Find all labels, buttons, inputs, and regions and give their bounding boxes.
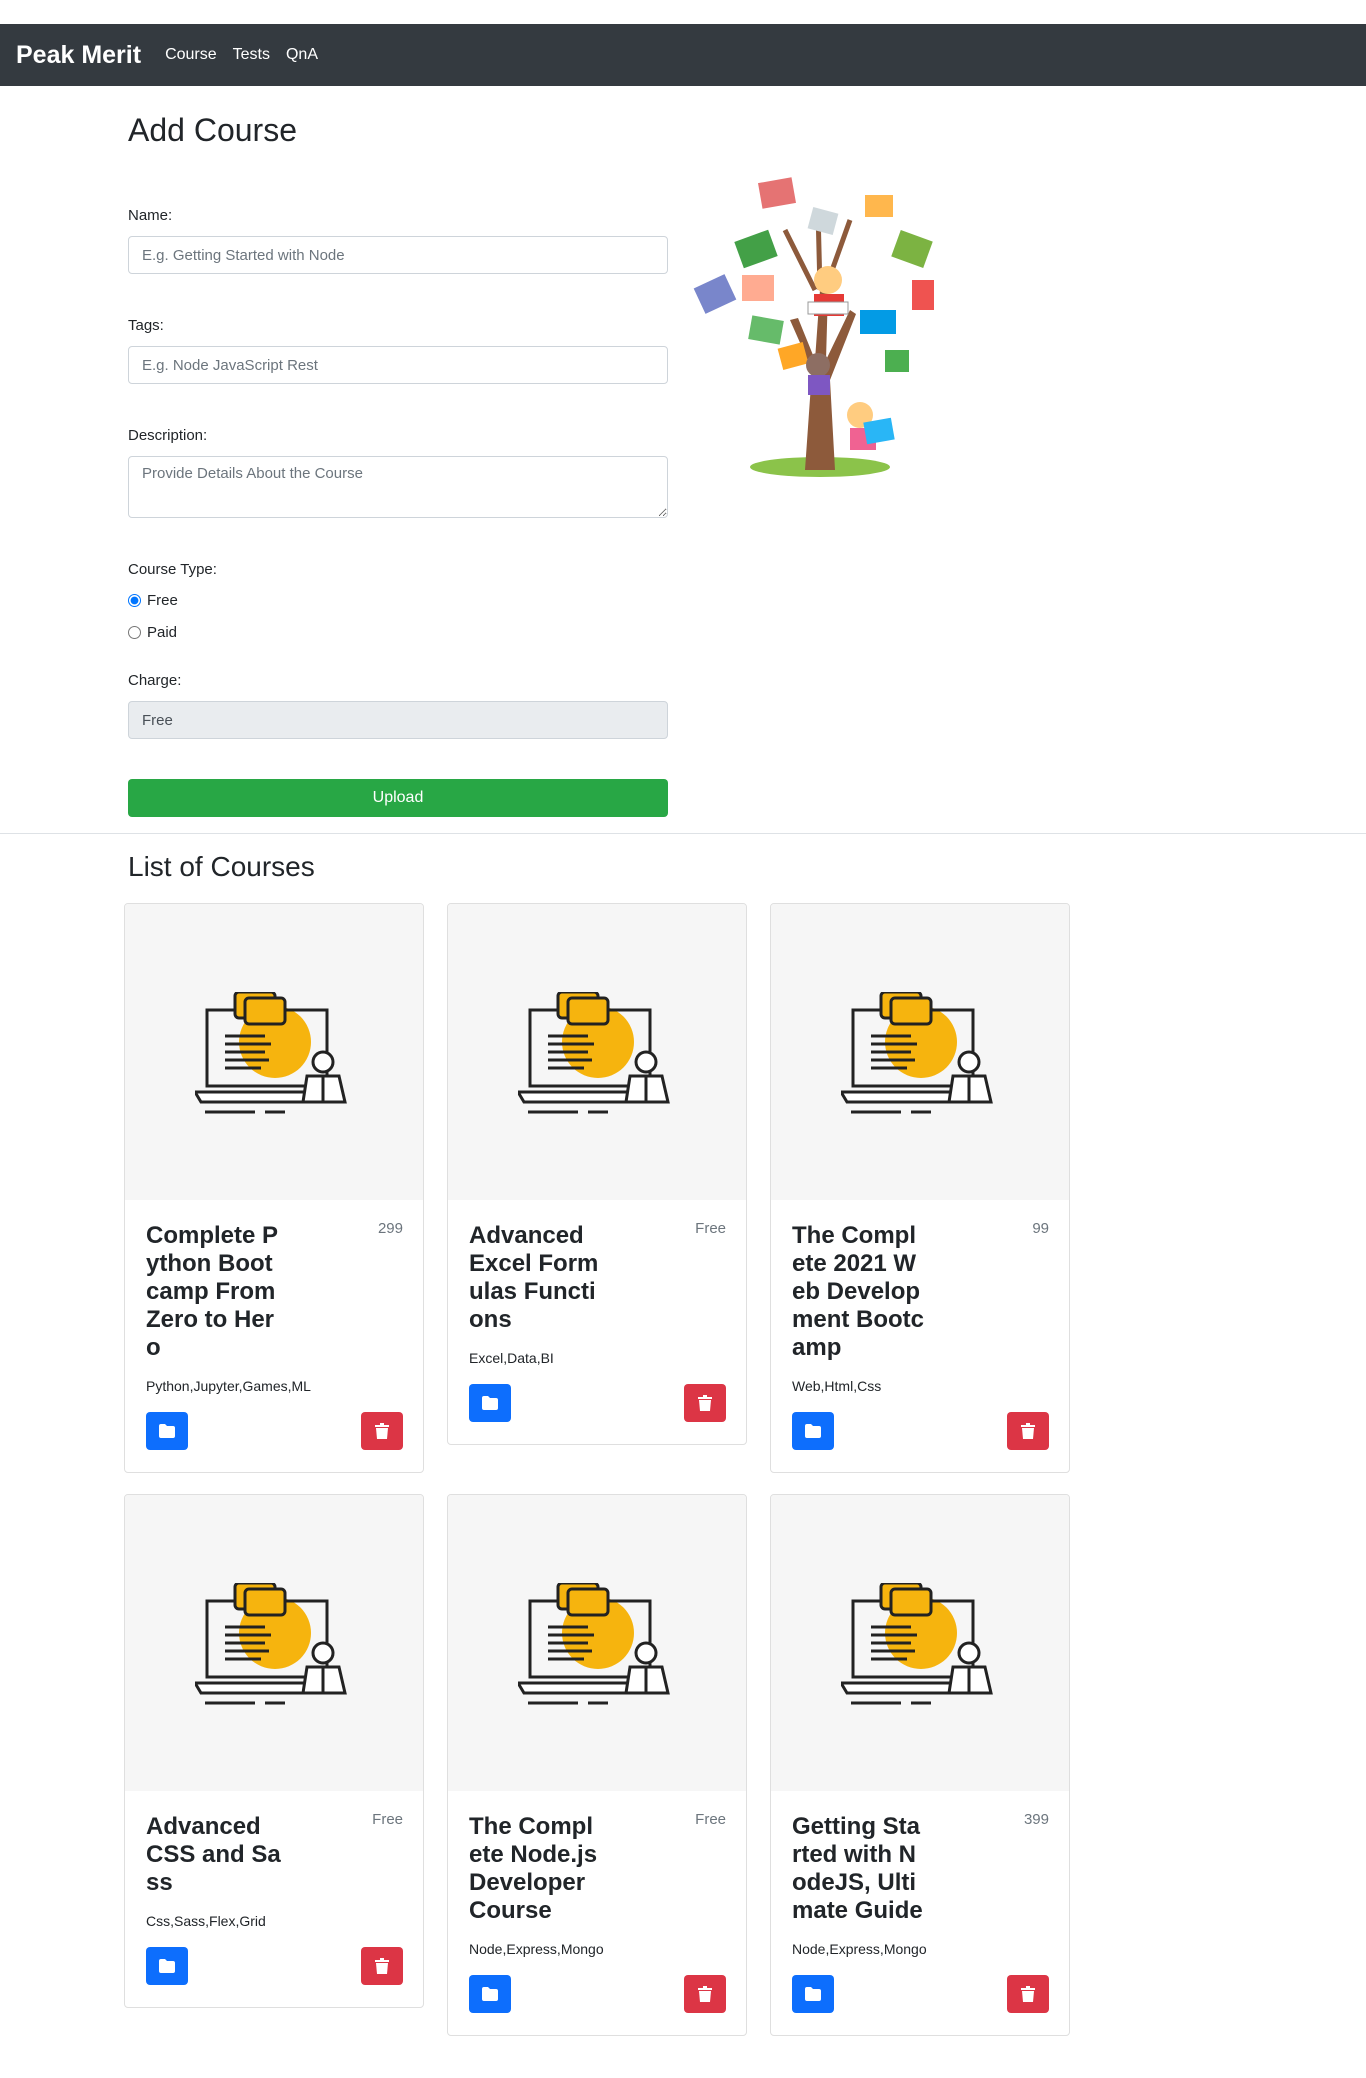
tags-input[interactable] [128,346,668,384]
description-textarea[interactable] [128,456,668,518]
online-course-laptop-icon [518,992,670,1114]
brand-link[interactable]: Peak Merit [16,41,141,70]
course-tags: Node,Express,Mongo [469,1941,604,1957]
course-thumbnail [448,904,746,1200]
course-thumbnail [771,1495,1069,1791]
delete-course-button[interactable] [361,1947,403,1985]
trash-icon [1021,1986,1035,2002]
course-tags: Node,Express,Mongo [792,1941,927,1957]
trash-icon [375,1423,389,1439]
course-thumbnail [771,904,1069,1200]
folder-icon [805,1987,821,2001]
delete-course-button[interactable] [1007,1975,1049,2013]
charge-label: Charge: [128,672,182,689]
course-tags: Css,Sass,Flex,Grid [146,1913,266,1929]
course-card: 299 Complete Python Bootcamp From Zero t… [124,903,424,1473]
course-actions [792,1412,1049,1452]
course-title: Getting Started with NodeJS, Ultimate Gu… [792,1813,923,1924]
course-type-free-radio[interactable] [128,594,141,607]
open-course-button[interactable] [469,1975,511,2013]
open-course-button[interactable] [146,1947,188,1985]
folder-icon [159,1959,175,1973]
course-title: The Complete Node.js Developer Course [469,1813,598,1924]
course-title: Advanced CSS and Sass [146,1813,281,1896]
course-thumbnail [125,1495,423,1791]
course-type-free-option[interactable]: Free [128,592,178,609]
delete-course-button[interactable] [1007,1412,1049,1450]
course-charge: Free [695,1811,726,1828]
course-card-body: Free Advanced CSS and Sass Css,Sass,Flex… [125,1791,423,2007]
open-course-button[interactable] [469,1384,511,1422]
course-charge: 399 [1023,1811,1049,1828]
trash-icon [375,1958,389,1974]
folder-icon [805,1424,821,1438]
trash-icon [698,1395,712,1411]
course-actions [146,1412,403,1452]
course-title: Advanced Excel Formulas Functions [469,1222,599,1333]
name-label: Name: [128,207,173,224]
nav-link-qna[interactable]: QnA [286,46,318,64]
course-type-paid-radio[interactable] [128,626,141,639]
course-type-label: Course Type: [128,561,217,578]
trash-icon [698,1986,712,2002]
navbar: Peak Merit Course Tests QnA [0,24,1366,86]
description-label: Description: [128,427,208,444]
online-course-laptop-icon [195,1583,347,1705]
course-thumbnail [448,1495,746,1791]
course-charge: Free [372,1811,403,1828]
course-charge: 299 [377,1220,403,1237]
course-card-body: 99 The Complete 2021 Web Development Boo… [771,1200,1069,1472]
course-card: Free Advanced CSS and Sass Css,Sass,Flex… [124,1494,424,2008]
open-course-button[interactable] [146,1412,188,1450]
folder-icon [482,1987,498,2001]
course-card: 399 Getting Started with NodeJS, Ultimat… [770,1494,1070,2036]
course-card: Free Advanced Excel Formulas Functions E… [447,903,747,1445]
tags-label: Tags: [128,317,164,334]
trash-icon [1021,1423,1035,1439]
online-course-laptop-icon [518,1583,670,1705]
course-title: The Complete 2021 Web Development Bootca… [792,1222,924,1361]
course-charge: 99 [1032,1220,1049,1237]
section-divider [0,833,1366,834]
nav-link-tests[interactable]: Tests [233,46,270,64]
course-type-paid-option[interactable]: Paid [128,624,177,641]
course-card-body: Free The Complete Node.js Developer Cour… [448,1791,746,2035]
course-tags: Excel,Data,BI [469,1350,554,1366]
course-actions [469,1975,726,2015]
name-input[interactable] [128,236,668,274]
folder-icon [482,1396,498,1410]
course-card-body: 399 Getting Started with NodeJS, Ultimat… [771,1791,1069,2035]
nav-link-course[interactable]: Course [165,46,217,64]
page-title: Add Course [128,112,297,148]
course-card: Free The Complete Node.js Developer Cour… [447,1494,747,2036]
online-course-laptop-icon [195,992,347,1114]
course-card-body: 299 Complete Python Bootcamp From Zero t… [125,1200,423,1472]
course-tags: Web,Html,Css [792,1378,882,1394]
course-type-paid-label: Paid [147,624,178,641]
delete-course-button[interactable] [361,1412,403,1450]
course-title: Complete Python Bootcamp From Zero to He… [146,1222,279,1361]
course-thumbnail [125,904,423,1200]
open-course-button[interactable] [792,1412,834,1450]
course-charge: Free [695,1220,726,1237]
online-course-laptop-icon [841,1583,993,1705]
delete-course-button[interactable] [684,1975,726,2013]
upload-button[interactable]: Upload [128,779,668,817]
delete-course-button[interactable] [684,1384,726,1422]
reading-tree-illustration [693,177,934,477]
course-card: 99 The Complete 2021 Web Development Boo… [770,903,1070,1473]
folder-icon [159,1424,175,1438]
online-course-laptop-icon [841,992,993,1114]
course-actions [792,1975,1049,2015]
course-tags: Python,Jupyter,Games,ML [146,1378,311,1394]
charge-input[interactable] [128,701,668,739]
list-title: List of Courses [128,851,315,882]
course-card-body: Free Advanced Excel Formulas Functions E… [448,1200,746,1444]
course-actions [469,1384,726,1424]
open-course-button[interactable] [792,1975,834,2013]
course-actions [146,1947,403,1987]
course-type-free-label: Free [147,592,178,609]
